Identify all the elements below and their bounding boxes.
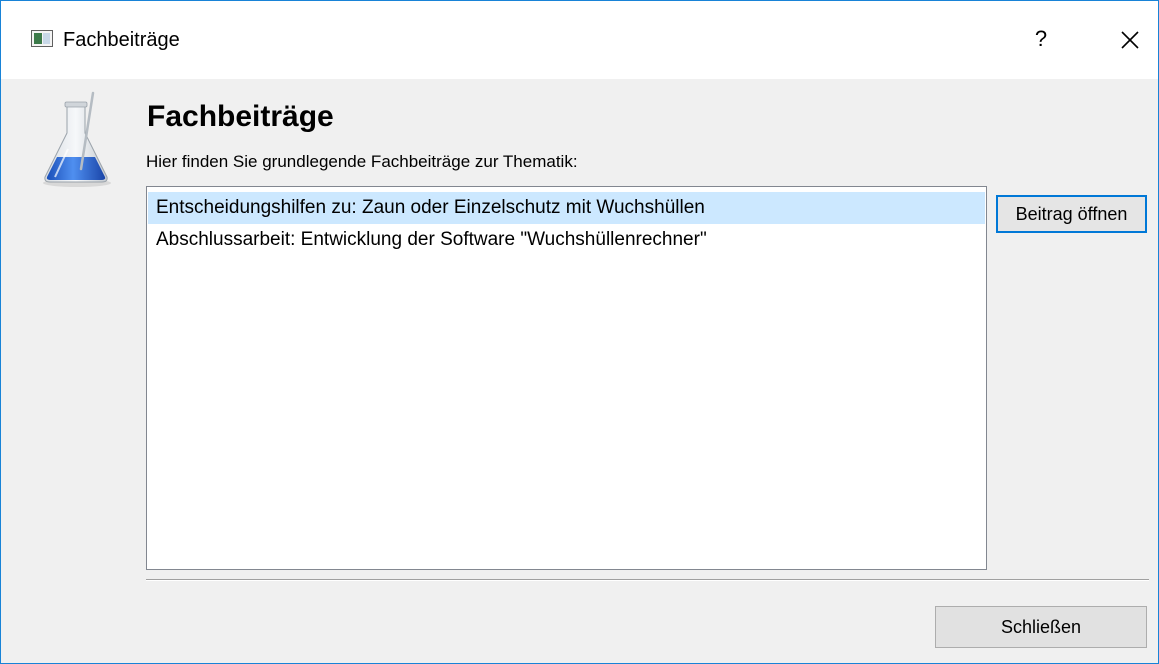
list-item[interactable]: Entscheidungshilfen zu: Zaun oder Einzel… (148, 192, 985, 224)
separator (146, 579, 1149, 581)
open-article-button[interactable]: Beitrag öffnen (996, 195, 1147, 233)
flask-icon (43, 91, 111, 187)
title-bar[interactable]: Fachbeiträge ? (1, 1, 1158, 79)
close-window-button[interactable] (1109, 21, 1149, 57)
page-title: Fachbeiträge (147, 100, 334, 133)
close-button[interactable]: Schließen (935, 606, 1147, 648)
dialog-window: Fachbeiträge ? Fachbeiträge Hier finden … (0, 0, 1159, 664)
window-title: Fachbeiträge (63, 29, 180, 51)
close-icon (1121, 31, 1139, 49)
article-list[interactable]: Entscheidungshilfen zu: Zaun oder Einzel… (146, 186, 987, 570)
list-item[interactable]: Abschlussarbeit: Entwicklung der Softwar… (148, 224, 985, 256)
page-description: Hier finden Sie grundlegende Fachbeiträg… (146, 152, 578, 171)
help-button[interactable]: ? (1021, 21, 1061, 57)
app-icon (31, 30, 53, 47)
